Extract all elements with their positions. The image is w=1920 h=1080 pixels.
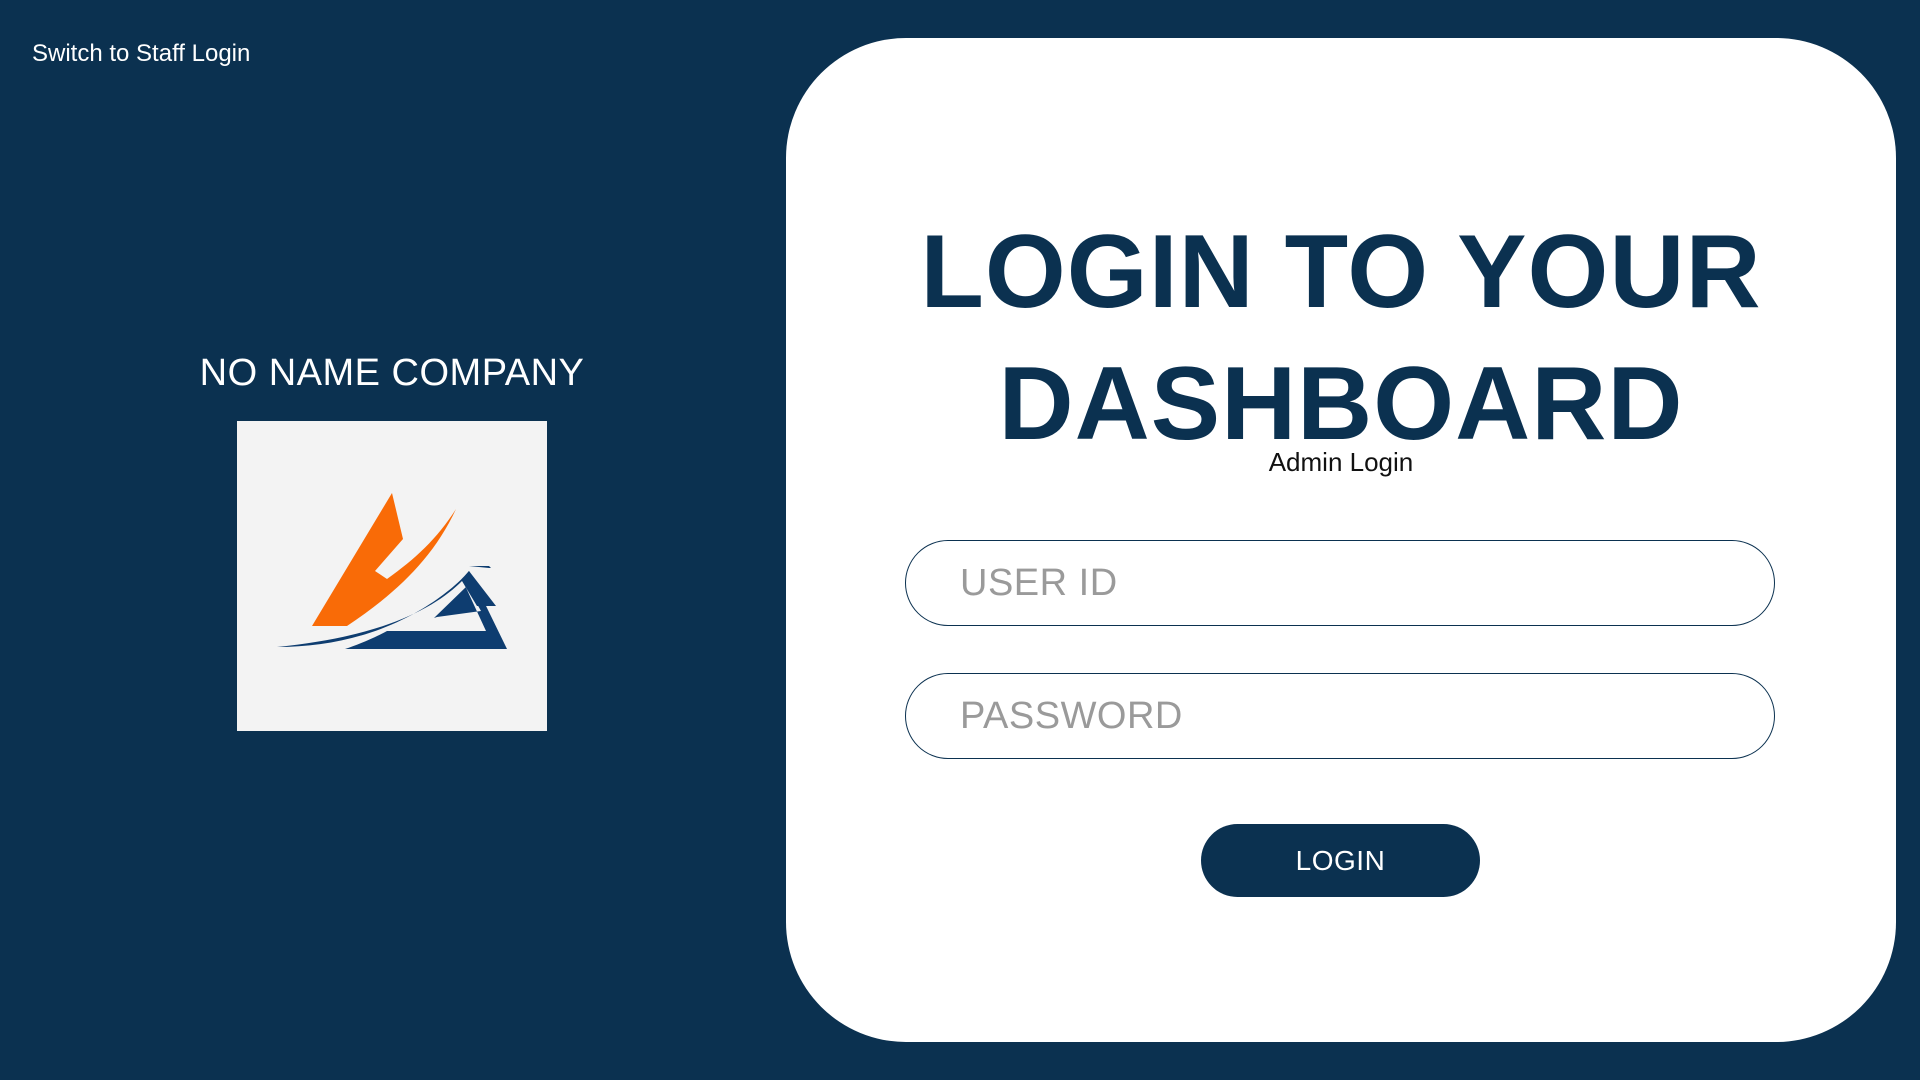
company-logo-icon (277, 493, 507, 649)
company-name: NO NAME COMPANY (199, 352, 585, 394)
logo-orange-peak (312, 493, 456, 626)
switch-to-staff-login-link[interactable]: Switch to Staff Login (32, 40, 250, 68)
page-title-line-1: LOGIN TO YOUR (920, 214, 1762, 330)
login-type-subtitle: Admin Login (1268, 447, 1414, 477)
logo-blue-triangle (469, 566, 491, 568)
login-card: LOGIN TO YOUR DASHBOARD Admin Login LOGI… (786, 38, 1896, 1042)
login-button[interactable]: LOGIN (1201, 824, 1480, 897)
company-logo (237, 421, 547, 731)
password-input[interactable] (905, 673, 1775, 759)
page-title: LOGIN TO YOUR DASHBOARD (786, 206, 1896, 470)
user-id-input[interactable] (905, 540, 1775, 626)
